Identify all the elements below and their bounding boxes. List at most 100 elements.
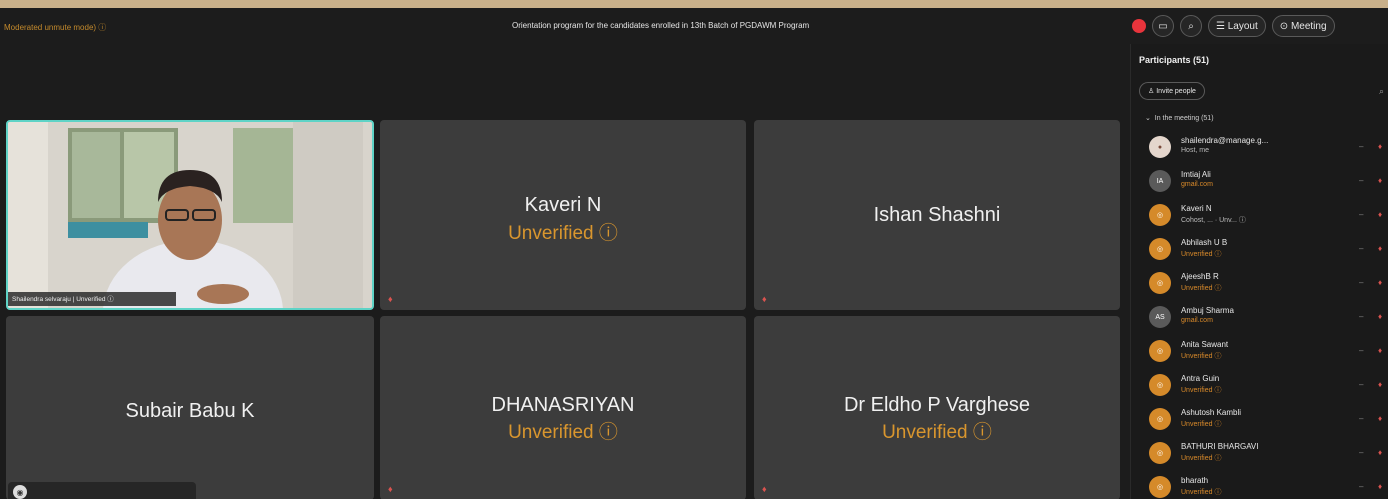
captions-button[interactable]: ▭ (1152, 15, 1174, 37)
avatar: ◎ (1149, 272, 1171, 294)
meeting-window: Moderated unmute mode) ⓘ Orientation pro… (0, 8, 1388, 499)
list-item[interactable]: IA Imtiaj Ali gmail.com – ♦ (1149, 166, 1388, 200)
invite-people-button[interactable]: ♙ Invite people (1139, 82, 1205, 100)
mic-muted-icon[interactable]: ♦ (1378, 448, 1382, 457)
participants-title: Participants (51) (1139, 55, 1210, 65)
unverified-badge: Unverified ⓘ (882, 422, 992, 443)
avatar: ◎ (1149, 204, 1171, 226)
participant-domain: gmail.com (1181, 181, 1213, 188)
participant-name: AjeeshB R (1181, 272, 1219, 281)
section-in-meeting[interactable]: ⌄ In the meeting (51) (1145, 114, 1214, 122)
dash-icon: – (1359, 278, 1364, 287)
participant-name: DHANASRIYAN (491, 394, 635, 416)
record-indicator-icon[interactable] (1132, 19, 1146, 33)
tile-subair-babu-k[interactable]: Subair Babu K (6, 316, 374, 499)
list-item[interactable]: ● shailendra@manage.g... Host, me – ♦ (1149, 132, 1388, 166)
layout-label: Layout (1227, 20, 1258, 32)
participant-role: Host, me (1181, 147, 1210, 154)
mic-muted-icon[interactable]: ♦ (1378, 210, 1382, 219)
participant-role: Cohost, ... · Unv... ⓘ (1181, 217, 1246, 224)
participant-video (8, 122, 372, 308)
section-label: In the meeting (51) (1154, 115, 1214, 122)
tile-dr-eldho-p-varghese[interactable]: Dr Eldho P Varghese Unverified ⓘ ♦ (754, 316, 1120, 499)
mic-muted-icon[interactable]: ♦ (1378, 482, 1382, 491)
participant-name: Subair Babu K (125, 400, 255, 422)
meeting-label: Meeting (1290, 20, 1327, 32)
list-item[interactable]: ◎ AjeeshB R Unverified ⓘ – ♦ (1149, 268, 1388, 302)
mic-muted-icon[interactable]: ♦ (1378, 312, 1382, 321)
mic-muted-icon[interactable]: ♦ (1378, 244, 1382, 253)
dash-icon: – (1359, 380, 1364, 389)
avatar: ◎ (1149, 408, 1171, 430)
dash-icon: – (1359, 244, 1364, 253)
tile-kaveri-n[interactable]: Kaveri N Unverified ⓘ ♦ (380, 120, 746, 310)
dash-icon: – (1359, 142, 1364, 151)
participants-panel: Participants (51) ♙ Invite people ⌕ ⌄ In… (1130, 44, 1388, 499)
mic-muted-icon[interactable]: ♦ (1378, 346, 1382, 355)
unverified-badge: Unverified ⓘ (1181, 455, 1222, 462)
moderation-status: Moderated unmute mode) ⓘ (4, 23, 107, 32)
participant-name: Kaveri N (524, 194, 602, 216)
participant-name: Ashutosh Kambli (1181, 408, 1242, 417)
participant-name: Antra Guin (1181, 374, 1220, 383)
mic-muted-icon[interactable]: ♦ (1378, 142, 1382, 151)
dash-icon: – (1359, 210, 1364, 219)
list-item[interactable]: ◎ Antra Guin Unverified ⓘ – ♦ (1149, 370, 1388, 404)
layout-icon: ☰ (1216, 20, 1228, 32)
mic-muted-icon: ♦ (762, 484, 767, 494)
dash-icon: – (1359, 448, 1364, 457)
self-view-icon: ◉ (13, 485, 27, 499)
unverified-badge: Unverified ⓘ (508, 223, 618, 244)
list-item[interactable]: ◎ Abhilash U B Unverified ⓘ – ♦ (1149, 234, 1388, 268)
list-item[interactable]: ◎ bharath Unverified ⓘ – ♦ (1149, 472, 1388, 499)
list-item[interactable]: ◎ BATHURI BHARGAVI Unverified ⓘ – ♦ (1149, 438, 1388, 472)
participant-name: Ambuj Sharma (1181, 306, 1234, 315)
avatar: ◎ (1149, 238, 1171, 260)
list-item[interactable]: ◎ Anita Sawant Unverified ⓘ – ♦ (1149, 336, 1388, 370)
list-item[interactable]: AS Ambuj Sharma gmail.com – ♦ (1149, 302, 1388, 336)
mic-muted-icon: ♦ (762, 294, 767, 304)
participant-name: Imtiaj Ali (1181, 170, 1211, 179)
participant-name: Anita Sawant (1181, 340, 1229, 349)
layout-button[interactable]: ☰ Layout (1208, 15, 1266, 37)
avatar: ● (1149, 136, 1171, 158)
tile-dhanasriyan[interactable]: DHANASRIYAN Unverified ⓘ ♦ (380, 316, 746, 499)
unverified-badge: Unverified ⓘ (1181, 353, 1222, 360)
unverified-badge: Unverified ⓘ (1181, 285, 1222, 292)
dash-icon: – (1359, 414, 1364, 423)
participant-name: shailendra@manage.g... (1181, 136, 1269, 145)
mic-muted-icon: ♦ (388, 294, 393, 304)
video-grid: Shailendra selvaraju | Unverified ⓘ Kave… (0, 120, 1130, 499)
search-button[interactable]: ⌕ (1180, 15, 1202, 37)
video-tile-shailendra[interactable]: Shailendra selvaraju | Unverified ⓘ (6, 120, 374, 310)
list-item[interactable]: ◎ Kaveri N Cohost, ... · Unv... ⓘ – ♦ (1149, 200, 1388, 234)
participant-name: Dr Eldho P Varghese (843, 394, 1031, 416)
participant-name: Ishan Shashni (873, 204, 1001, 226)
dash-icon: – (1359, 176, 1364, 185)
participant-name: BATHURI BHARGAVI (1181, 442, 1259, 451)
unverified-badge: Unverified ⓘ (1181, 387, 1222, 394)
mic-muted-icon[interactable]: ♦ (1378, 380, 1382, 389)
participant-name-label: Shailendra selvaraju | Unverified ⓘ (12, 296, 114, 303)
mic-muted-icon[interactable]: ♦ (1378, 414, 1382, 423)
chevron-down-icon: ⌄ (1145, 115, 1153, 122)
list-item[interactable]: ◎ Ashutosh Kambli Unverified ⓘ – ♦ (1149, 404, 1388, 438)
shield-icon: ⊙ (1279, 20, 1291, 32)
tile-ishan-shashni[interactable]: Ishan Shashni ♦ (754, 120, 1120, 310)
participants-list: ● shailendra@manage.g... Host, me – ♦ IA… (1149, 132, 1388, 499)
meeting-title: Orientation program for the candidates e… (512, 21, 810, 30)
participant-domain: gmail.com (1181, 317, 1213, 324)
mic-muted-icon: ♦ (388, 484, 393, 494)
avatar: IA (1149, 170, 1171, 192)
topbar-controls: ▭ ⌕ ☰ Layout ⊙ Meeting (1132, 15, 1335, 37)
dash-icon: – (1359, 346, 1364, 355)
mic-muted-icon[interactable]: ♦ (1378, 278, 1382, 287)
self-view-pill[interactable]: ◉ (8, 482, 196, 499)
search-icon[interactable]: ⌕ (1379, 86, 1384, 97)
participant-name: Abhilash U B (1181, 238, 1228, 247)
avatar: ◎ (1149, 340, 1171, 362)
search-icon: ⌕ (1188, 20, 1194, 32)
meeting-info-button[interactable]: ⊙ Meeting (1271, 15, 1335, 37)
unverified-badge: Unverified ⓘ (1181, 251, 1222, 258)
mic-muted-icon[interactable]: ♦ (1378, 176, 1382, 185)
